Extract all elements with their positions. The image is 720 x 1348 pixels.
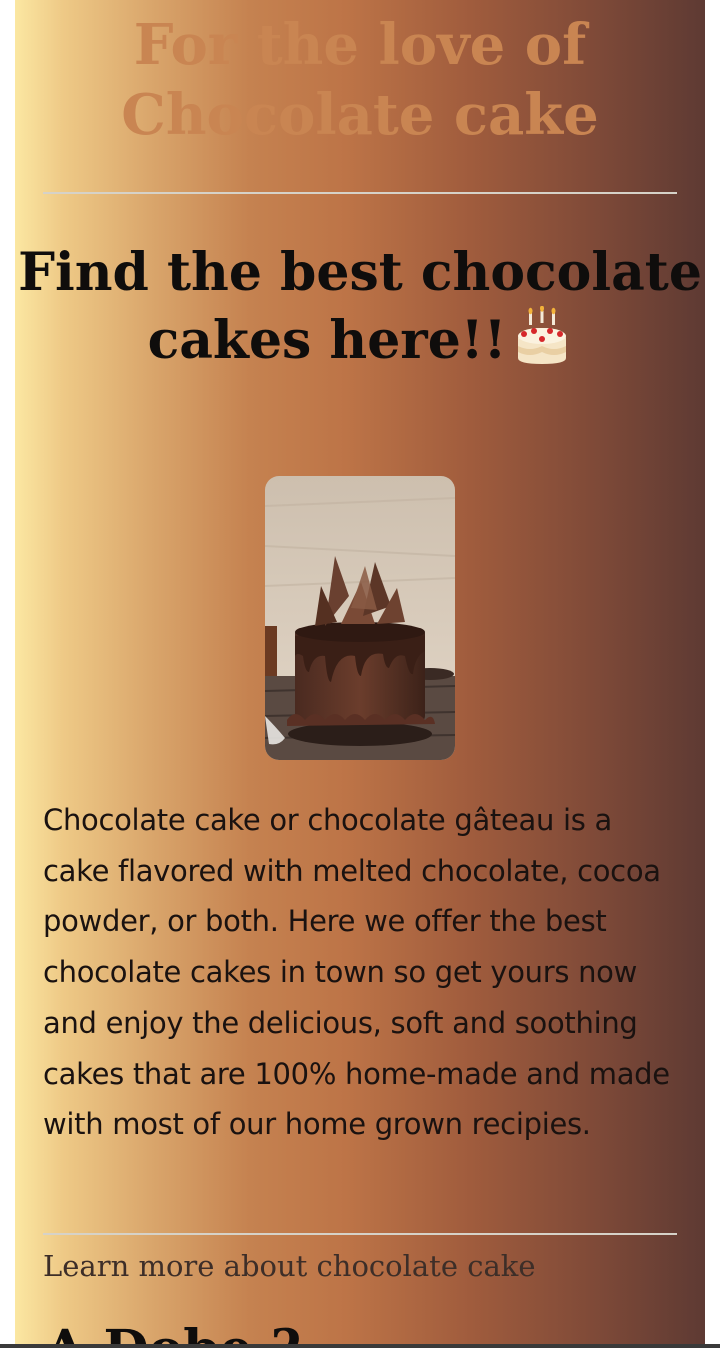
headline-text: Find the best chocolate cakes here!! — [18, 242, 702, 371]
divider-bottom — [43, 1233, 677, 1235]
description-text: Chocolate cake or chocolate gâteau is a … — [43, 803, 670, 1142]
page-container: For the love of Chocolate cake Find the … — [15, 0, 705, 1344]
bottom-edge-bar — [0, 1344, 720, 1348]
learn-more-link[interactable]: Learn more about chocolate cake — [43, 1244, 535, 1288]
page-title: For the love of Chocolate cake — [121, 12, 599, 148]
headline: Find the best chocolate cakes here!! — [15, 240, 705, 374]
divider-top — [43, 192, 677, 194]
cake-image — [265, 476, 455, 760]
birthday-cake-icon — [512, 305, 572, 366]
next-section-heading: A Dobe ? — [45, 1320, 685, 1345]
